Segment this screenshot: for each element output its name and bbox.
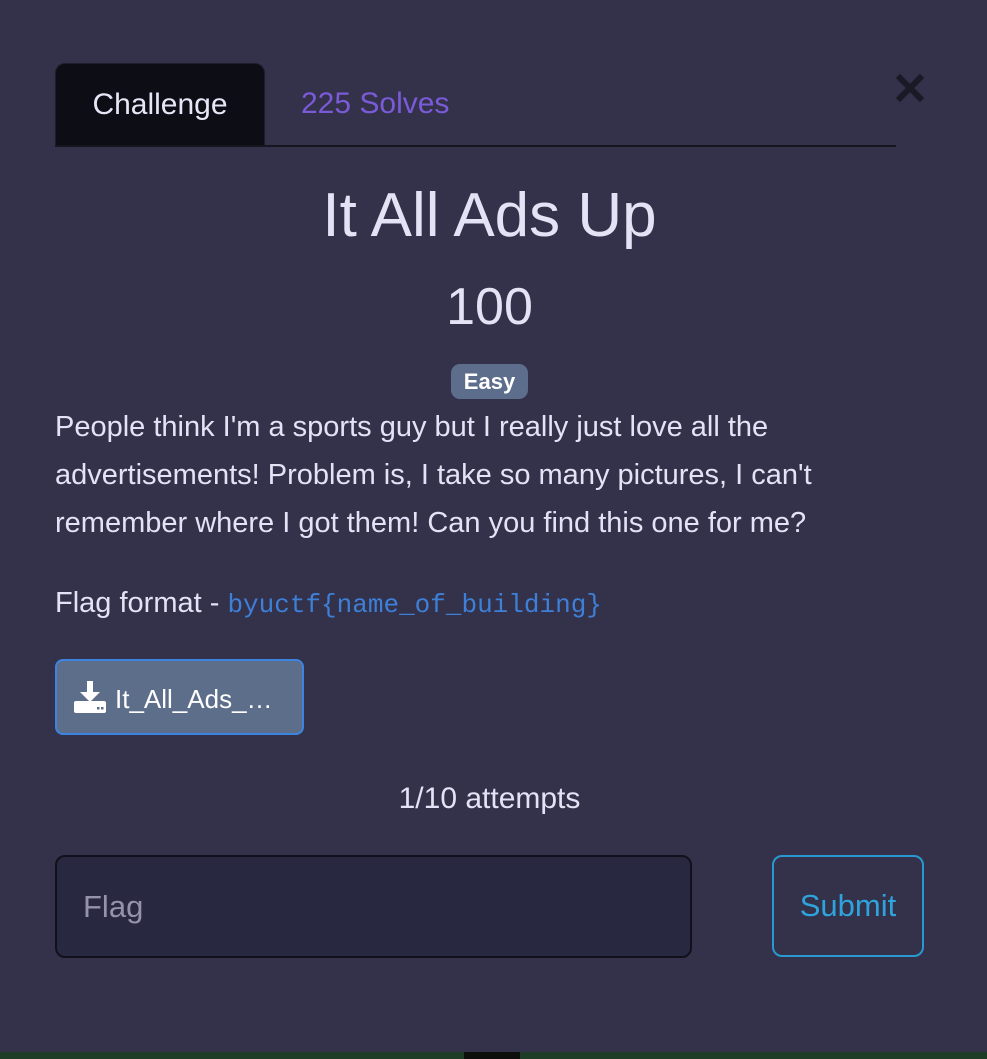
background-strip-dark xyxy=(464,1052,520,1059)
download-filename: It_All_Ads_Up.jpg xyxy=(115,684,290,714)
download-icon xyxy=(73,680,107,714)
difficulty-badge: Easy xyxy=(451,364,528,399)
submit-button[interactable]: Submit xyxy=(772,855,924,957)
flag-format-label: Flag format - xyxy=(55,587,228,619)
challenge-description: People think I'm a sports guy but I real… xyxy=(55,411,812,539)
download-file-button[interactable]: It_All_Ads_Up.jpg xyxy=(55,659,304,735)
modal-tabs: Challenge 225 Solves xyxy=(55,63,896,147)
flag-format-code: byuctf{name_of_building} xyxy=(227,590,602,620)
challenge-modal: Challenge 225 Solves It All Ads Up 100 E… xyxy=(0,0,987,1052)
challenge-points: 100 xyxy=(446,278,533,336)
challenge-title: It All Ads Up xyxy=(322,181,657,250)
flag-format: Flag format - byuctf{name_of_building} xyxy=(55,580,602,628)
attempts-counter: 1/10 attempts xyxy=(398,782,581,815)
close-icon[interactable] xyxy=(893,70,927,106)
tab-challenge[interactable]: Challenge xyxy=(55,63,265,145)
tab-solves[interactable]: 225 Solves xyxy=(301,63,449,145)
background-strip xyxy=(0,1052,987,1059)
flag-input[interactable] xyxy=(55,855,692,958)
